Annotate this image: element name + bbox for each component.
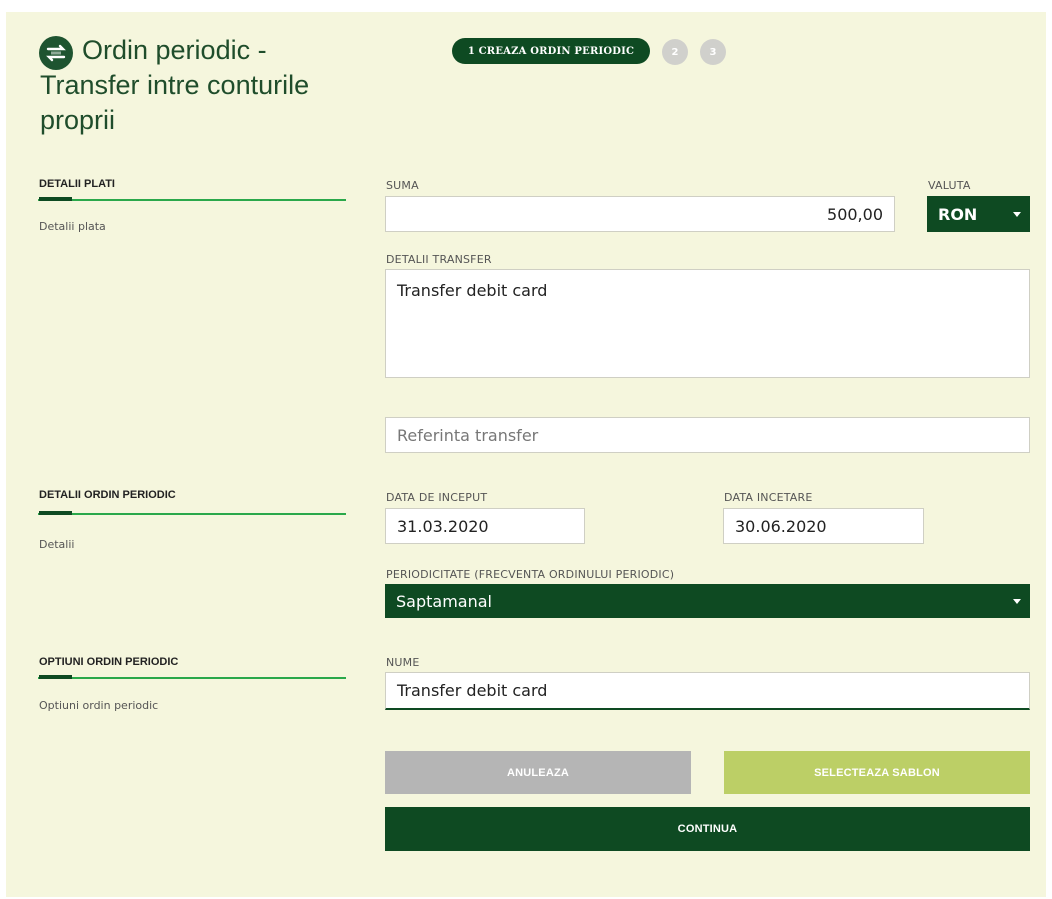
page-title: Ordin periodic - Transfer intre conturil… — [40, 35, 310, 135]
data-incetare-value: 30.06.2020 — [735, 516, 827, 536]
section-divider — [38, 675, 346, 679]
detalii-transfer-value: Transfer debit card — [397, 281, 548, 300]
data-inceput-input[interactable]: 31.03.2020 — [385, 508, 585, 544]
nume-value: Transfer debit card — [397, 681, 548, 700]
valuta-select[interactable]: RON — [927, 196, 1030, 232]
step-3-dot: 3 — [700, 39, 726, 65]
step-1-active: 1 CREAZA ORDIN PERIODIC — [452, 38, 650, 64]
suma-label: SUMA — [386, 179, 419, 192]
data-incetare-input[interactable]: 30.06.2020 — [723, 508, 924, 544]
chevron-down-icon — [1013, 599, 1021, 604]
anuleaza-button[interactable]: ANULEAZA — [385, 751, 691, 794]
chevron-down-icon — [1013, 212, 1021, 217]
detalii-transfer-label: DETALII TRANSFER — [386, 253, 492, 266]
nume-input[interactable]: Transfer debit card — [385, 672, 1030, 710]
data-incetare-label: DATA INCETARE — [724, 491, 813, 504]
detalii-transfer-textarea[interactable]: Transfer debit card — [385, 269, 1030, 378]
periodicitate-select[interactable]: Saptamanal — [385, 584, 1030, 618]
section-subtitle-ordin: Detalii — [39, 538, 75, 551]
data-inceput-value: 31.03.2020 — [397, 516, 489, 536]
periodicitate-value: Saptamanal — [396, 591, 492, 611]
nume-label: NUME — [386, 656, 420, 669]
section-subtitle-optiuni: Optiuni ordin periodic — [39, 699, 159, 712]
section-divider — [38, 511, 346, 515]
step-2-dot: 2 — [662, 39, 688, 65]
suma-input[interactable]: 500,00 — [385, 196, 895, 232]
valuta-value: RON — [938, 204, 978, 224]
valuta-label: VALUTA — [928, 179, 971, 192]
section-divider — [38, 197, 346, 201]
referinta-input[interactable]: Referinta transfer — [385, 417, 1030, 453]
section-subtitle-plati: Detalii plata — [39, 220, 106, 233]
continua-button[interactable]: CONTINUA — [385, 807, 1030, 851]
referinta-placeholder: Referinta transfer — [397, 425, 539, 445]
selecteaza-sablon-button[interactable]: SELECTEAZA SABLON — [724, 751, 1030, 794]
suma-value: 500,00 — [827, 204, 883, 224]
periodicitate-label: PERIODICITATE (FRECVENTA ORDINULUI PERIO… — [386, 568, 675, 581]
section-title-ordin: DETALII ORDIN PERIODIC — [39, 489, 176, 501]
section-title-optiuni: OPTIUNI ORDIN PERIODIC — [39, 656, 179, 668]
section-title-plati: DETALII PLATI — [39, 178, 115, 190]
data-inceput-label: DATA DE INCEPUT — [386, 491, 488, 504]
